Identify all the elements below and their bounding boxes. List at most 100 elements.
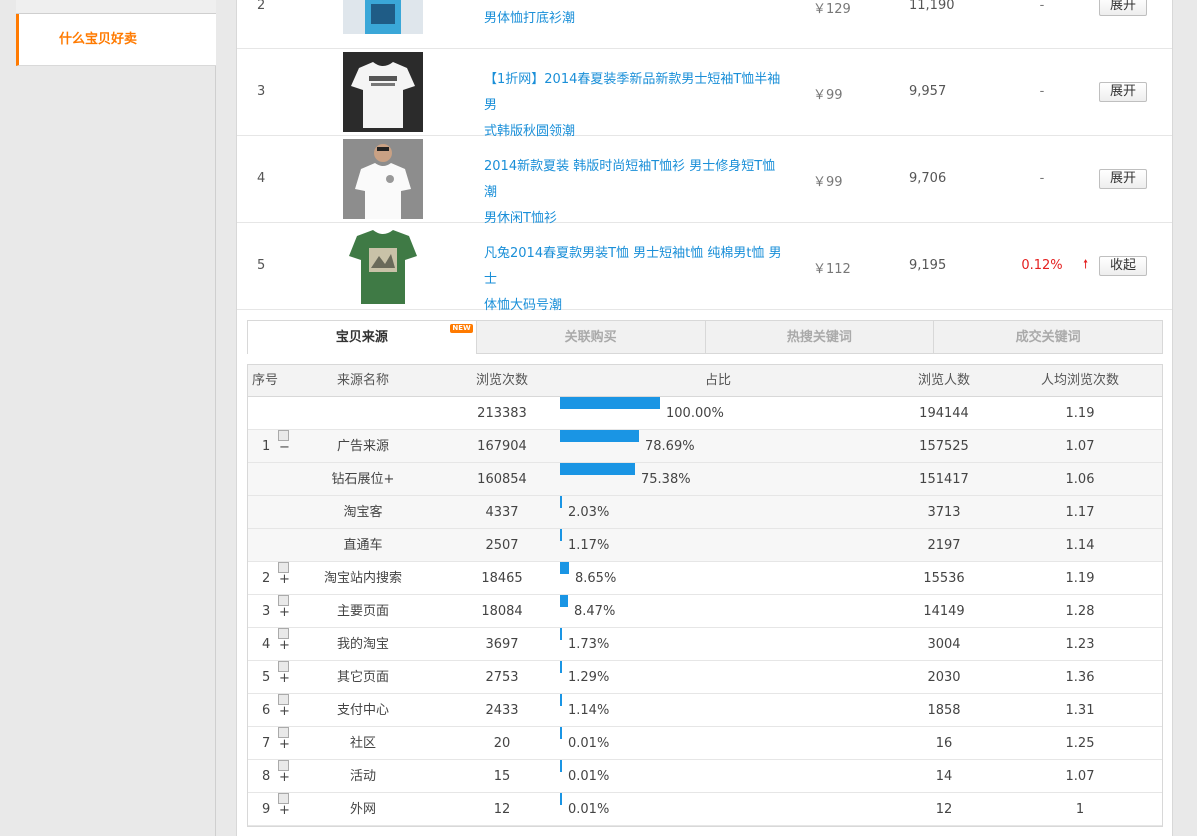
avg-views: 1.25 (1065, 736, 1095, 751)
visitors: 2197 (927, 538, 961, 553)
table-row: 3 + 主要页面 18084 14149 1.28 8.47% (248, 595, 1162, 628)
expand-icon[interactable]: + (278, 760, 290, 785)
expand-button[interactable]: 展开 (1099, 169, 1147, 189)
header-avg-views: 人均浏览次数 (1040, 373, 1119, 388)
collapse-icon[interactable]: − (278, 430, 290, 455)
product-title-line1[interactable]: 【1折网】2014春夏装季新品新款男士短袖T恤半袖男 (484, 67, 784, 119)
table-row: 6 + 支付中心 2433 1858 1.31 1.14% (248, 694, 1162, 727)
main-panel: 2 男体恤打底衫潮 ￥129 11,190 - 展开 3 【1折网】2014春夏… (236, 0, 1173, 836)
product-title-link[interactable]: 男体恤打底衫潮 (484, 6, 784, 32)
expand-icon[interactable]: + (278, 628, 290, 653)
visitors: 3713 (927, 505, 961, 520)
expand-button[interactable]: 展开 (1099, 82, 1147, 102)
product-sales: 9,706 (909, 171, 947, 186)
ratio-percent: 2.03% (568, 505, 610, 520)
product-price: ￥112 (813, 262, 851, 277)
ratio-bar (560, 496, 562, 508)
product-price: ￥99 (813, 88, 843, 103)
visitors: 14 (935, 769, 953, 784)
product-title-line1[interactable]: 2014新款夏装 韩版时尚短袖T恤衫 男士修身短T恤 潮 (484, 154, 784, 206)
source-table: 序号 来源名称 浏览次数 占比 浏览人数 人均浏览次数 213383 194144… (247, 364, 1163, 827)
tab-hot-search-keywords[interactable]: 热搜关键词 (704, 321, 934, 353)
tab-deal-keywords[interactable]: 成交关键词 (933, 321, 1162, 353)
source-tabs: 宝贝来源 NEW 关联购买 热搜关键词 成交关键词 (247, 320, 1163, 355)
tab-label: 热搜关键词 (786, 330, 852, 345)
expand-icon[interactable]: + (278, 595, 290, 620)
visitors: 194144 (919, 406, 969, 421)
source-name: 活动 (349, 769, 376, 784)
product-title-line2[interactable]: 体恤大码号潮 (484, 293, 784, 319)
arrow-up-icon: 🠕 (1083, 257, 1089, 271)
product-rank: 2 (257, 0, 266, 13)
table-row: 213383 194144 1.19 100.00% (248, 397, 1162, 430)
tab-label: 关联购买 (564, 330, 617, 345)
visitors: 3004 (927, 637, 961, 652)
page-views: 167904 (477, 439, 527, 454)
source-name: 支付中心 (336, 703, 389, 718)
table-row: 9 + 外网 12 12 1 0.01% (248, 793, 1162, 826)
visitors: 157525 (919, 439, 969, 454)
visitors: 12 (935, 802, 953, 817)
ratio-bar (560, 760, 562, 772)
header-visitors: 浏览人数 (917, 373, 970, 388)
ratio-percent: 78.69% (645, 439, 695, 454)
tab-item-source[interactable]: 宝贝来源 NEW (248, 321, 476, 355)
sidebar-item-previous[interactable] (16, 0, 216, 14)
ratio-bar (560, 463, 635, 475)
product-title-link[interactable]: 凡兔2014春夏款男装T恤 男士短袖t恤 纯棉男t恤 男士 体恤大码号潮 (484, 241, 784, 319)
ratio-percent: 8.47% (574, 604, 616, 619)
ratio-bar (560, 529, 562, 541)
expand-icon[interactable]: + (278, 694, 290, 719)
avg-views: 1.06 (1065, 472, 1095, 487)
header-source-name: 来源名称 (336, 373, 389, 388)
expand-icon[interactable]: + (278, 793, 290, 818)
product-trend: - (1039, 0, 1045, 13)
avg-views: 1.23 (1065, 637, 1095, 652)
page-views: 15 (493, 769, 511, 784)
page-views: 4337 (485, 505, 519, 520)
product-rank: 5 (257, 258, 266, 273)
visitors: 15536 (923, 571, 965, 586)
avg-views: 1.14 (1065, 538, 1095, 553)
expand-icon[interactable]: + (278, 562, 290, 587)
product-title-link[interactable]: 【1折网】2014春夏装季新品新款男士短袖T恤半袖男 式韩版秋圆领潮 (484, 67, 784, 145)
page-views: 20 (493, 736, 511, 751)
avg-views: 1.19 (1065, 571, 1095, 586)
avg-views: 1.19 (1065, 406, 1095, 421)
expand-button[interactable]: 展开 (1099, 0, 1147, 16)
avg-views: 1.07 (1065, 769, 1095, 784)
tab-label: 宝贝来源 (335, 330, 388, 345)
product-trend: 0.12% (1021, 258, 1063, 273)
product-title-link[interactable]: 2014新款夏装 韩版时尚短袖T恤衫 男士修身短T恤 潮 男休闲T恤衫 (484, 154, 784, 232)
source-name: 社区 (349, 736, 376, 751)
product-row-5: 5 凡兔2014春夏款男装T恤 男士短袖t恤 纯棉男t恤 男士 体恤大码号潮 ￥… (237, 223, 1172, 313)
avg-views: 1.28 (1065, 604, 1095, 619)
product-thumbnail[interactable] (343, 0, 423, 34)
collapse-button[interactable]: 收起 (1099, 256, 1147, 276)
table-row: 8 + 活动 15 14 1.07 0.01% (248, 760, 1162, 793)
tab-related-purchase[interactable]: 关联购买 (475, 321, 705, 353)
ratio-bar (560, 628, 562, 640)
visitors: 2030 (927, 670, 961, 685)
product-thumbnail[interactable] (343, 52, 423, 132)
expand-icon[interactable]: + (278, 727, 290, 752)
product-title-line1[interactable]: 凡兔2014春夏款男装T恤 男士短袖t恤 纯棉男t恤 男士 (484, 241, 784, 293)
expand-icon[interactable]: + (278, 661, 290, 686)
source-name: 广告来源 (336, 439, 389, 454)
product-thumbnail[interactable] (343, 139, 423, 219)
table-row: 钻石展位+ 160854 151417 1.06 75.38% (248, 463, 1162, 496)
product-row-2: 2 男体恤打底衫潮 ￥129 11,190 - 展开 (237, 0, 1172, 49)
ratio-percent: 8.65% (575, 571, 617, 586)
product-thumbnail[interactable] (343, 226, 423, 306)
page-views: 2507 (485, 538, 519, 553)
avg-views: 1.07 (1065, 439, 1095, 454)
header-index: 序号 (252, 373, 279, 388)
avg-views: 1.31 (1065, 703, 1095, 718)
source-name: 淘宝站内搜索 (323, 571, 402, 586)
table-row: 4 + 我的淘宝 3697 3004 1.23 1.73% (248, 628, 1162, 661)
table-header: 序号 来源名称 浏览次数 占比 浏览人数 人均浏览次数 (248, 365, 1162, 397)
product-rank: 4 (257, 171, 266, 186)
avg-views: 1 (1075, 802, 1085, 817)
sidebar-item-what-sells[interactable]: 什么宝贝好卖 (16, 14, 216, 66)
table-row: 2 + 淘宝站内搜索 18465 15536 1.19 8.65% (248, 562, 1162, 595)
